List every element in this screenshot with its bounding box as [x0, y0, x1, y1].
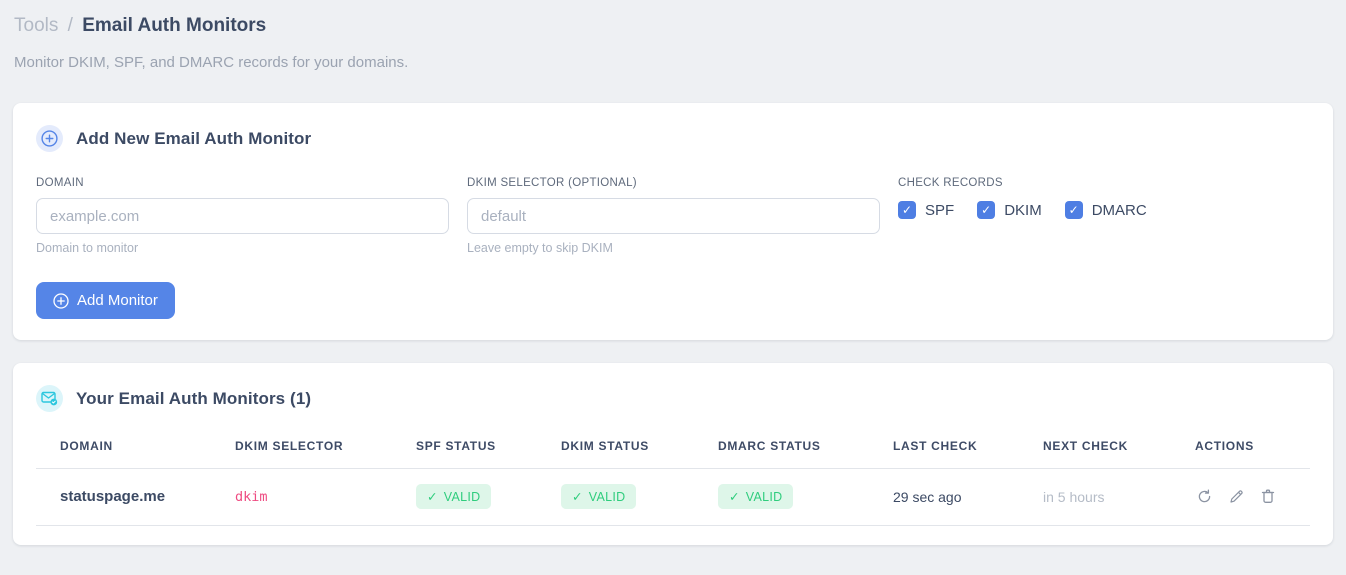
refresh-button[interactable]: [1195, 487, 1214, 506]
breadcrumb-tools-link[interactable]: Tools: [14, 15, 58, 36]
plus-circle-icon: [36, 125, 63, 152]
check-icon: ✓: [572, 490, 583, 504]
page-header: Tools / Email Auth Monitors Monitor DKIM…: [13, 12, 1333, 71]
table-row: statuspage.me dkim ✓ VALID ✓ VALID ✓ VAL…: [36, 468, 1310, 526]
monitor-domain: statuspage.me: [36, 468, 211, 526]
add-monitor-button[interactable]: Add Monitor: [36, 282, 175, 319]
dmarc-status-text: VALID: [745, 489, 783, 504]
monitor-last-check: 29 sec ago: [869, 468, 1019, 526]
monitor-dkim-selector: dkim: [211, 468, 392, 526]
domain-field-helper: Domain to monitor: [36, 241, 139, 255]
spf-status-text: VALID: [443, 489, 481, 504]
add-monitor-card: Add New Email Auth Monitor DOMAIN Domain…: [13, 103, 1333, 340]
monitor-dkim-status-cell: ✓ VALID: [537, 468, 694, 526]
page-title: Email Auth Monitors: [82, 15, 267, 36]
breadcrumb-separator: /: [67, 15, 73, 36]
spf-status-badge: ✓ VALID: [416, 484, 492, 509]
dmarc-checkbox-label: DMARC: [1091, 201, 1147, 219]
dmarc-checkbox[interactable]: ✓: [1064, 201, 1083, 219]
dkim-selector-field-label: DKIM SELECTOR (OPTIONAL): [467, 177, 637, 189]
column-header-dkim-selector: DKIM SELECTOR: [211, 426, 392, 469]
check-records-row: ✓ SPF ✓ DKIM ✓ DMARC: [898, 201, 1310, 219]
spf-checkbox[interactable]: ✓: [898, 201, 916, 219]
add-monitor-card-header: Add New Email Auth Monitor: [36, 125, 1310, 152]
check-records-label: CHECK RECORDS: [898, 177, 1003, 189]
plus-circle-icon: [53, 292, 69, 309]
spf-checkbox-label: SPF: [925, 201, 955, 219]
dmarc-checkbox-item[interactable]: ✓ DMARC: [1064, 201, 1147, 219]
spf-checkbox-item[interactable]: ✓ SPF: [898, 201, 954, 219]
monitors-card: Your Email Auth Monitors (1) DOMAIN DKIM…: [13, 363, 1333, 545]
table-header-row: DOMAIN DKIM SELECTOR SPF STATUS DKIM STA…: [36, 426, 1310, 469]
check-icon: ✓: [427, 490, 438, 504]
domain-input[interactable]: [36, 198, 449, 234]
delete-trash-button[interactable]: [1259, 487, 1277, 506]
monitor-next-check: in 5 hours: [1019, 468, 1171, 526]
page-subtitle: Monitor DKIM, SPF, and DMARC records for…: [14, 54, 409, 71]
add-monitor-title: Add New Email Auth Monitor: [76, 128, 312, 148]
dkim-status-text: VALID: [588, 489, 626, 504]
dkim-checkbox[interactable]: ✓: [977, 201, 996, 219]
check-icon: ✓: [729, 490, 740, 504]
dkim-checkbox-item[interactable]: ✓ DKIM: [977, 201, 1042, 219]
monitors-card-header: Your Email Auth Monitors (1): [36, 385, 1310, 412]
column-header-next-check: NEXT CHECK: [1019, 426, 1171, 469]
page: Tools / Email Auth Monitors Monitor DKIM…: [0, 0, 1346, 545]
column-header-dkim-status: DKIM STATUS: [537, 426, 694, 469]
monitor-dmarc-status-cell: ✓ VALID: [694, 468, 869, 526]
check-records-group: CHECK RECORDS ✓ SPF ✓ DKIM ✓ DMARC: [898, 177, 1310, 219]
domain-field-label: DOMAIN: [36, 177, 84, 189]
column-header-actions: ACTIONS: [1171, 426, 1310, 469]
monitor-spf-status-cell: ✓ VALID: [392, 468, 537, 526]
add-monitor-form: DOMAIN Domain to monitor DKIM SELECTOR (…: [36, 177, 1310, 255]
monitors-title: Your Email Auth Monitors (1): [76, 388, 312, 408]
dkim-selector-input[interactable]: [467, 198, 880, 234]
column-header-spf-status: SPF STATUS: [392, 426, 537, 469]
monitors-table: DOMAIN DKIM SELECTOR SPF STATUS DKIM STA…: [36, 426, 1310, 526]
dmarc-status-badge: ✓ VALID: [718, 484, 794, 509]
email-check-icon: [36, 385, 63, 412]
column-header-dmarc-status: DMARC STATUS: [694, 426, 869, 469]
add-monitor-button-label: Add Monitor: [77, 292, 158, 309]
breadcrumb: Tools / Email Auth Monitors: [14, 14, 1333, 38]
edit-pencil-button[interactable]: [1227, 487, 1246, 506]
dkim-status-badge: ✓ VALID: [561, 484, 637, 509]
dkim-selector-field-group: DKIM SELECTOR (OPTIONAL) Leave empty to …: [467, 177, 880, 255]
domain-field-group: DOMAIN Domain to monitor: [36, 177, 449, 255]
dkim-checkbox-label: DKIM: [1004, 201, 1042, 219]
dkim-selector-field-helper: Leave empty to skip DKIM: [467, 241, 613, 255]
column-header-domain: DOMAIN: [36, 426, 211, 469]
monitor-actions-cell: [1171, 468, 1310, 526]
column-header-last-check: LAST CHECK: [869, 426, 1019, 469]
